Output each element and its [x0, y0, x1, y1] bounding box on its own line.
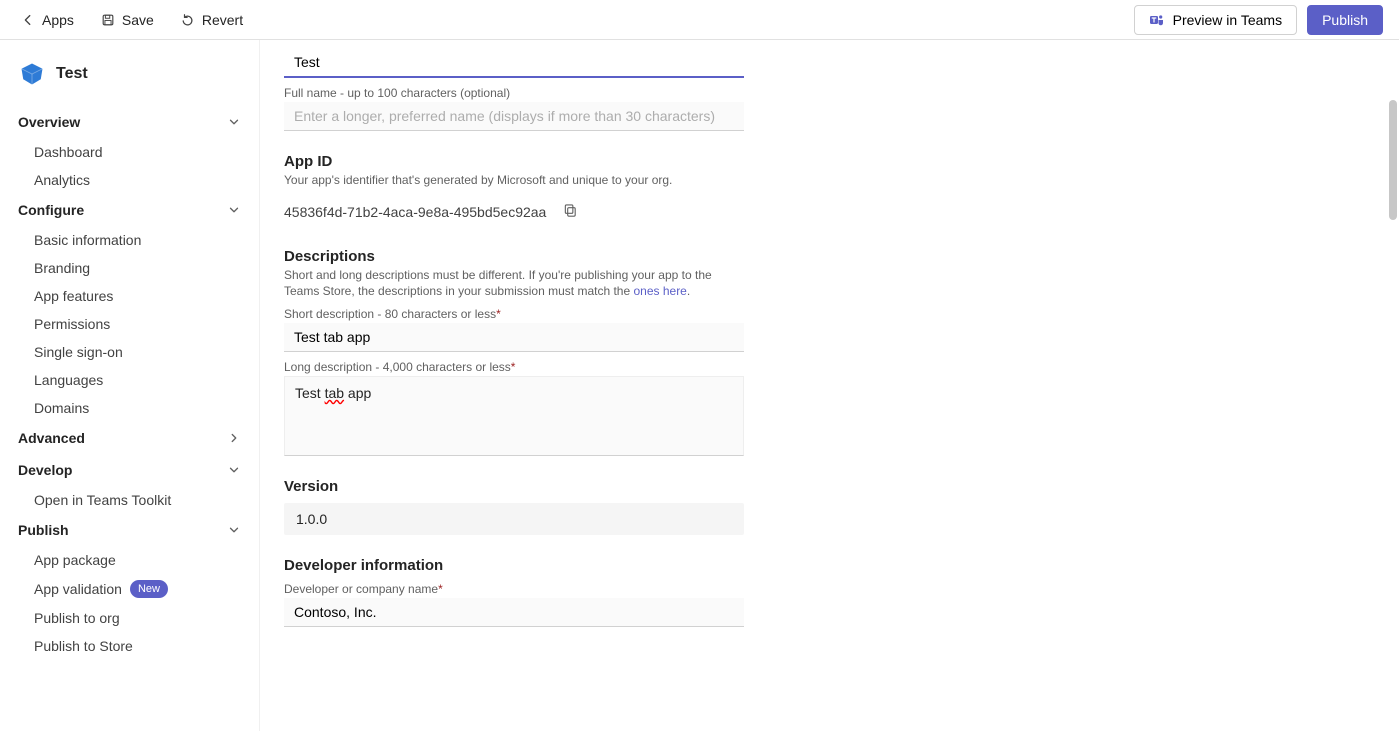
descriptions-help: Short and long descriptions must be diff… [284, 267, 744, 299]
nav-item-label: Publish to org [34, 610, 120, 626]
revert-icon [180, 12, 196, 28]
nav-permissions[interactable]: Permissions [0, 310, 259, 338]
chevron-down-icon [227, 463, 241, 477]
save-icon [100, 12, 116, 28]
content[interactable]: Full name - up to 100 characters (option… [260, 40, 1399, 731]
nav-publish-to-org[interactable]: Publish to org [0, 604, 259, 632]
section-overview-label: Overview [18, 114, 80, 130]
nav-item-label: App validation [34, 581, 122, 597]
scrollbar[interactable] [1387, 40, 1399, 731]
developer-info-title: Developer information [284, 557, 744, 574]
section-overview[interactable]: Overview [0, 106, 259, 138]
preview-in-teams-button[interactable]: Preview in Teams [1134, 5, 1297, 35]
chevron-left-icon [20, 12, 36, 28]
app-id-help: Your app's identifier that's generated b… [284, 172, 744, 188]
section-publish[interactable]: Publish [0, 514, 259, 546]
nav-app-validation[interactable]: App validation New [0, 574, 259, 604]
nav-branding[interactable]: Branding [0, 254, 259, 282]
dev-name-label-text: Developer or company name [284, 582, 438, 596]
short-desc-label-text: Short description - 80 characters or les… [284, 307, 496, 321]
nav-item-label: App features [34, 288, 113, 304]
nav-item-label: Languages [34, 372, 103, 388]
version-title: Version [284, 478, 744, 495]
section-publish-label: Publish [18, 522, 69, 538]
new-badge: New [130, 580, 168, 598]
app-name: Test [56, 65, 88, 83]
publish-button[interactable]: Publish [1307, 5, 1383, 35]
nav-item-label: Single sign-on [34, 344, 123, 360]
nav-item-label: Basic information [34, 232, 141, 248]
nav-item-label: Open in Teams Toolkit [34, 492, 171, 508]
section-develop[interactable]: Develop [0, 454, 259, 486]
revert-label: Revert [202, 12, 243, 28]
long-desc-label-text: Long description - 4,000 characters or l… [284, 360, 511, 374]
nav-basic-information[interactable]: Basic information [0, 226, 259, 254]
short-desc-label: Short description - 80 characters or les… [284, 307, 744, 321]
save-button[interactable]: Save [96, 8, 158, 32]
descriptions-title: Descriptions [284, 248, 744, 265]
nav-item-label: Publish to Store [34, 638, 133, 654]
full-name-label: Full name - up to 100 characters (option… [284, 86, 744, 100]
revert-button[interactable]: Revert [176, 8, 247, 32]
app-id-row: 45836f4d-71b2-4aca-9e8a-495bd5ec92aa [284, 198, 744, 226]
nav-single-sign-on[interactable]: Single sign-on [0, 338, 259, 366]
nav-analytics[interactable]: Analytics [0, 166, 259, 194]
nav-dashboard[interactable]: Dashboard [0, 138, 259, 166]
sidebar: Test Overview Dashboard Analytics Config… [0, 40, 260, 731]
section-configure[interactable]: Configure [0, 194, 259, 226]
section-advanced[interactable]: Advanced [0, 422, 259, 454]
section-develop-label: Develop [18, 462, 72, 478]
scrollbar-thumb[interactable] [1389, 100, 1397, 220]
nav-item-label: App package [34, 552, 116, 568]
short-description-input[interactable] [284, 323, 744, 352]
long-desc-misspell: tab [325, 385, 344, 401]
long-description-input[interactable]: Test tab app [284, 376, 744, 456]
full-name-input[interactable] [284, 102, 744, 131]
section-configure-label: Configure [18, 202, 84, 218]
developer-name-input[interactable] [284, 598, 744, 627]
section-advanced-label: Advanced [18, 430, 85, 446]
nav-app-features[interactable]: App features [0, 282, 259, 310]
nav-item-label: Branding [34, 260, 90, 276]
app-logo-icon [18, 60, 46, 88]
app-header: Test [0, 48, 259, 106]
nav-item-label: Analytics [34, 172, 90, 188]
nav-domains[interactable]: Domains [0, 394, 259, 422]
save-label: Save [122, 12, 154, 28]
back-label: Apps [42, 12, 74, 28]
nav-item-label: Domains [34, 400, 89, 416]
nav-item-label: Permissions [34, 316, 110, 332]
descriptions-help-link[interactable]: ones here [633, 284, 686, 298]
copy-app-id-button[interactable] [556, 198, 584, 226]
long-desc-text: Test [295, 385, 325, 401]
version-value[interactable]: 1.0.0 [284, 503, 744, 535]
chevron-down-icon [227, 115, 241, 129]
back-to-apps[interactable]: Apps [16, 8, 78, 32]
chevron-down-icon [227, 203, 241, 217]
nav-item-label: Dashboard [34, 144, 103, 160]
long-desc-text: app [344, 385, 371, 401]
app-id-value: 45836f4d-71b2-4aca-9e8a-495bd5ec92aa [284, 204, 546, 220]
app-id-title: App ID [284, 153, 744, 170]
long-desc-label: Long description - 4,000 characters or l… [284, 360, 744, 374]
main: Test Overview Dashboard Analytics Config… [0, 40, 1399, 731]
short-name-input[interactable] [284, 48, 744, 78]
dev-name-label: Developer or company name* [284, 582, 744, 596]
nav-app-package[interactable]: App package [0, 546, 259, 574]
copy-icon [563, 203, 578, 221]
preview-label: Preview in Teams [1173, 12, 1282, 28]
nav-open-teams-toolkit[interactable]: Open in Teams Toolkit [0, 486, 259, 514]
publish-label: Publish [1322, 12, 1368, 28]
topbar: Apps Save Revert Preview [0, 0, 1399, 40]
chevron-down-icon [227, 523, 241, 537]
nav-languages[interactable]: Languages [0, 366, 259, 394]
teams-icon [1149, 12, 1165, 28]
chevron-right-icon [227, 431, 241, 445]
nav-publish-to-store[interactable]: Publish to Store [0, 632, 259, 660]
